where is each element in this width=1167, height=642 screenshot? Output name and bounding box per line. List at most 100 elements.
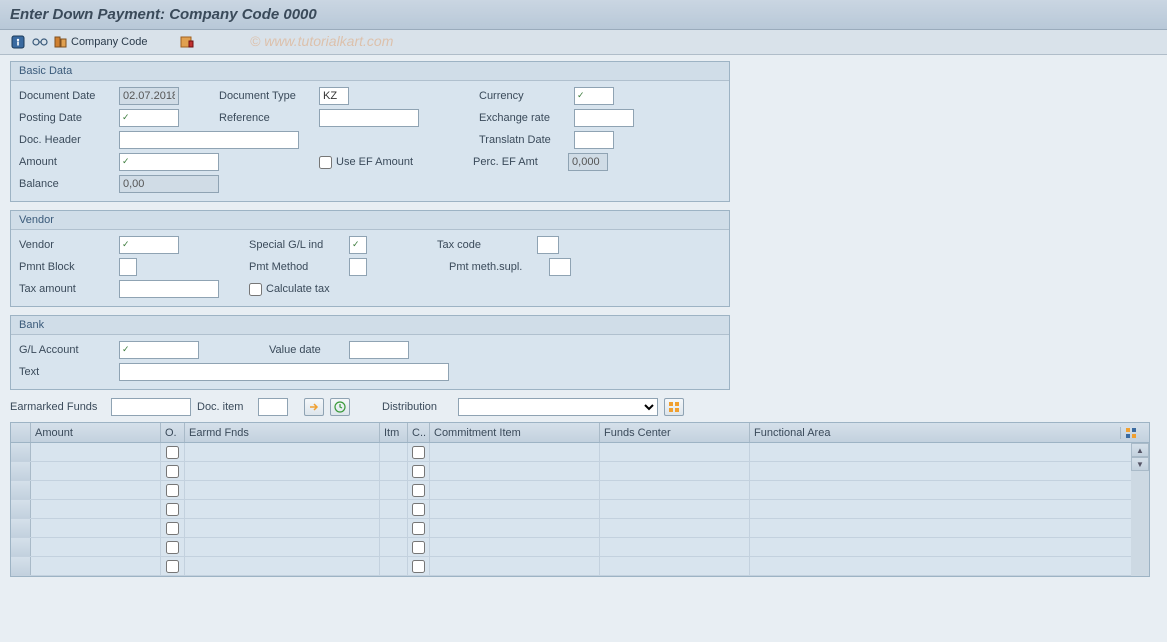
- cell-functional-area[interactable]: [750, 500, 1120, 518]
- cell-itm[interactable]: [380, 462, 408, 480]
- cell-functional-area[interactable]: [750, 538, 1120, 556]
- cell-o[interactable]: [161, 481, 185, 499]
- cell-funds-center[interactable]: [600, 443, 750, 461]
- row-selector[interactable]: [11, 443, 31, 461]
- distribution-combo[interactable]: [458, 398, 658, 416]
- col-funds-center[interactable]: Funds Center: [600, 423, 750, 442]
- cell-o[interactable]: [161, 500, 185, 518]
- cell-functional-area[interactable]: [750, 443, 1120, 461]
- cell-earmd[interactable]: [185, 557, 380, 575]
- document-date-field[interactable]: [119, 87, 179, 105]
- perc-ef-amt-field[interactable]: [568, 153, 608, 171]
- cell-amount[interactable]: [31, 557, 161, 575]
- cell-o[interactable]: [161, 519, 185, 537]
- cell-itm[interactable]: [380, 443, 408, 461]
- currency-field[interactable]: [574, 87, 614, 105]
- row-selector[interactable]: [11, 481, 31, 499]
- cell-o[interactable]: [161, 557, 185, 575]
- row-selector[interactable]: [11, 538, 31, 556]
- document-type-field[interactable]: [319, 87, 349, 105]
- earmarked-funds-field[interactable]: [111, 398, 191, 416]
- cell-funds-center[interactable]: [600, 481, 750, 499]
- gl-account-field[interactable]: [119, 341, 199, 359]
- cell-earmd[interactable]: [185, 462, 380, 480]
- tax-code-field[interactable]: [537, 236, 559, 254]
- cell-amount[interactable]: [31, 481, 161, 499]
- hold-icon[interactable]: [179, 34, 195, 50]
- cell-itm[interactable]: [380, 481, 408, 499]
- cell-funds-center[interactable]: [600, 538, 750, 556]
- cell-c[interactable]: [408, 462, 430, 480]
- cell-c-checkbox[interactable]: [412, 522, 425, 535]
- cell-itm[interactable]: [380, 557, 408, 575]
- cell-amount[interactable]: [31, 538, 161, 556]
- cell-c-checkbox[interactable]: [412, 541, 425, 554]
- row-selector[interactable]: [11, 500, 31, 518]
- grid-settings-button[interactable]: [1120, 427, 1140, 439]
- cell-commitment-item[interactable]: [430, 500, 600, 518]
- pmnt-block-field[interactable]: [119, 258, 137, 276]
- arrow-right-button[interactable]: [304, 398, 324, 416]
- row-selector[interactable]: [11, 557, 31, 575]
- cell-earmd[interactable]: [185, 519, 380, 537]
- cell-earmd[interactable]: [185, 500, 380, 518]
- overview-icon[interactable]: [10, 34, 26, 50]
- tax-amount-field[interactable]: [119, 280, 219, 298]
- cell-commitment-item[interactable]: [430, 538, 600, 556]
- col-itm[interactable]: Itm: [380, 423, 408, 442]
- cell-funds-center[interactable]: [600, 557, 750, 575]
- doc-header-field[interactable]: [119, 131, 299, 149]
- cell-commitment-item[interactable]: [430, 462, 600, 480]
- cell-functional-area[interactable]: [750, 519, 1120, 537]
- cell-earmd[interactable]: [185, 481, 380, 499]
- grid-scrollbar[interactable]: ▲ ▼: [1131, 443, 1149, 576]
- cell-c[interactable]: [408, 500, 430, 518]
- cell-o[interactable]: [161, 538, 185, 556]
- pmt-method-field[interactable]: [349, 258, 367, 276]
- scroll-up-icon[interactable]: ▲: [1131, 443, 1149, 457]
- glasses-icon[interactable]: [32, 34, 48, 50]
- col-commitment-item[interactable]: Commitment Item: [430, 423, 600, 442]
- cell-o-checkbox[interactable]: [166, 560, 179, 573]
- use-ef-amount-checkbox[interactable]: [319, 156, 332, 169]
- cell-funds-center[interactable]: [600, 519, 750, 537]
- transl-date-field[interactable]: [574, 131, 614, 149]
- cell-functional-area[interactable]: [750, 462, 1120, 480]
- special-gl-field[interactable]: [349, 236, 367, 254]
- cell-commitment-item[interactable]: [430, 481, 600, 499]
- cell-funds-center[interactable]: [600, 462, 750, 480]
- cell-commitment-item[interactable]: [430, 443, 600, 461]
- text-field[interactable]: [119, 363, 449, 381]
- calculate-tax-checkbox[interactable]: [249, 283, 262, 296]
- exchange-rate-field[interactable]: [574, 109, 634, 127]
- cell-c[interactable]: [408, 443, 430, 461]
- cell-c-checkbox[interactable]: [412, 484, 425, 497]
- cell-funds-center[interactable]: [600, 500, 750, 518]
- cell-earmd[interactable]: [185, 538, 380, 556]
- value-date-field[interactable]: [349, 341, 409, 359]
- vendor-field[interactable]: [119, 236, 179, 254]
- balance-field[interactable]: [119, 175, 219, 193]
- col-functional-area[interactable]: Functional Area: [750, 423, 1120, 442]
- col-c[interactable]: C..: [408, 423, 430, 442]
- scroll-down-icon[interactable]: ▼: [1131, 457, 1149, 471]
- posting-date-field[interactable]: [119, 109, 179, 127]
- col-earmd[interactable]: Earmd Fnds: [185, 423, 380, 442]
- company-code-button[interactable]: Company Code: [54, 35, 147, 49]
- cell-c-checkbox[interactable]: [412, 465, 425, 478]
- cell-o-checkbox[interactable]: [166, 484, 179, 497]
- cell-o[interactable]: [161, 462, 185, 480]
- cell-o-checkbox[interactable]: [166, 541, 179, 554]
- doc-item-field[interactable]: [258, 398, 288, 416]
- amount-field[interactable]: [119, 153, 219, 171]
- cell-amount[interactable]: [31, 443, 161, 461]
- cell-c-checkbox[interactable]: [412, 560, 425, 573]
- cell-itm[interactable]: [380, 519, 408, 537]
- cell-c-checkbox[interactable]: [412, 446, 425, 459]
- cell-itm[interactable]: [380, 500, 408, 518]
- clock-button[interactable]: [330, 398, 350, 416]
- cell-functional-area[interactable]: [750, 481, 1120, 499]
- cell-itm[interactable]: [380, 538, 408, 556]
- cell-amount[interactable]: [31, 500, 161, 518]
- cell-amount[interactable]: [31, 462, 161, 480]
